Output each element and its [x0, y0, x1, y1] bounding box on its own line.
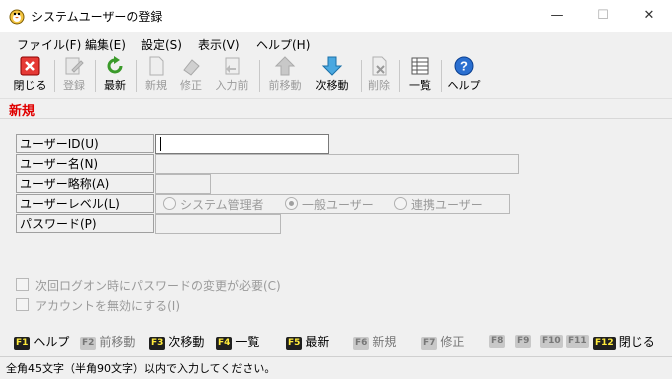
menu-help[interactable]: ヘルプ(H)	[256, 36, 310, 53]
arrow-up-icon	[274, 56, 296, 76]
help-tool-button[interactable]: ? ヘルプ	[446, 56, 482, 96]
toolbar-separator	[95, 60, 96, 92]
fkey-f3-next[interactable]: F3 次移動	[149, 333, 204, 350]
toolbar-separator	[399, 60, 400, 92]
menu-settings[interactable]: 設定(S)	[141, 36, 182, 53]
radio-system-admin[interactable]: システム管理者	[163, 196, 264, 213]
next-button[interactable]: 次移動	[312, 56, 352, 96]
radio-button	[163, 197, 176, 210]
mode-label: 新規	[9, 104, 36, 119]
toolbar-separator	[441, 60, 442, 92]
undo-document-icon	[225, 57, 240, 75]
fkey-f6-new[interactable]: F6 新規	[353, 333, 396, 350]
close-tool-button[interactable]: 閉じる	[10, 56, 50, 96]
edit-document-icon	[65, 57, 84, 75]
fkey-f5-refresh[interactable]: F5 最新	[286, 333, 329, 350]
menu-file[interactable]: ファイル(F)	[17, 36, 81, 53]
disable-account-checkbox[interactable]: アカウントを無効にする(I)	[16, 297, 180, 314]
eraser-icon	[183, 59, 200, 76]
fkey-f10[interactable]: F10	[540, 333, 566, 348]
help-icon: ?	[454, 56, 474, 76]
delete-icon	[372, 56, 387, 76]
refresh-button[interactable]: 最新	[98, 56, 132, 96]
fkey-f7-modify[interactable]: F7 修正	[421, 333, 464, 350]
fkey-f12-close[interactable]: F12 閉じる	[593, 333, 655, 350]
prev-button[interactable]: 前移動	[265, 56, 305, 96]
user-id-input[interactable]	[155, 134, 329, 154]
window-title: システムユーザーの登録	[31, 10, 163, 24]
maximize-button[interactable]: ☐	[580, 0, 626, 32]
require-password-change-checkbox[interactable]: 次回ログオン時にパスワードの変更が必要(C)	[16, 277, 281, 294]
refresh-icon	[107, 56, 123, 74]
fkey-f4-list[interactable]: F4 一覧	[216, 333, 259, 350]
arrow-down-icon	[321, 56, 343, 76]
user-abbr-input[interactable]	[155, 174, 211, 194]
minimize-button[interactable]: —	[534, 0, 580, 32]
radio-button-selected	[285, 197, 298, 210]
modify-button[interactable]: 修正	[174, 56, 208, 96]
fkey-f9[interactable]: F9	[515, 333, 534, 348]
new-document-icon	[149, 56, 164, 76]
fkey-f11[interactable]: F11	[566, 333, 592, 348]
toolbar-separator	[136, 60, 137, 92]
close-window-button[interactable]: ✕	[626, 0, 672, 32]
menu-view[interactable]: 表示(V)	[198, 36, 240, 53]
radio-general-user[interactable]: 一般ユーザー	[285, 196, 374, 213]
app-icon	[8, 7, 26, 25]
fkey-f2-prev[interactable]: F2 前移動	[80, 333, 135, 350]
list-icon	[411, 57, 429, 75]
text-caret	[160, 137, 161, 151]
user-name-input[interactable]	[155, 154, 519, 174]
toolbar-separator	[361, 60, 362, 92]
input-previous-button[interactable]: 入力前	[211, 56, 253, 96]
fkey-f1-help[interactable]: F1 ヘルプ	[14, 333, 69, 350]
radio-linked-user[interactable]: 連携ユーザー	[394, 196, 483, 213]
user-level-label: ユーザーレベル(L)	[16, 194, 154, 213]
user-abbr-label: ユーザー略称(A)	[16, 174, 154, 193]
svg-text:?: ?	[460, 59, 468, 74]
status-text: 全角45文字（半角90文字）以内で入力してください。	[6, 362, 276, 375]
close-icon	[20, 56, 40, 76]
checkbox	[16, 278, 29, 291]
menu-edit[interactable]: 編集(E)	[85, 36, 126, 53]
password-input[interactable]	[155, 214, 281, 234]
toolbar-separator	[259, 60, 260, 92]
list-button[interactable]: 一覧	[405, 56, 435, 96]
divider	[0, 118, 672, 119]
radio-button	[394, 197, 407, 210]
user-id-label: ユーザーID(U)	[16, 134, 154, 153]
password-label: パスワード(P)	[16, 214, 154, 233]
checkbox	[16, 298, 29, 311]
delete-button[interactable]: 削除	[364, 56, 394, 96]
user-name-label: ユーザー名(N)	[16, 154, 154, 173]
new-button[interactable]: 新規	[139, 56, 173, 96]
fkey-f8[interactable]: F8	[489, 333, 508, 348]
register-button[interactable]: 登録	[57, 56, 91, 96]
toolbar-separator	[54, 60, 55, 92]
